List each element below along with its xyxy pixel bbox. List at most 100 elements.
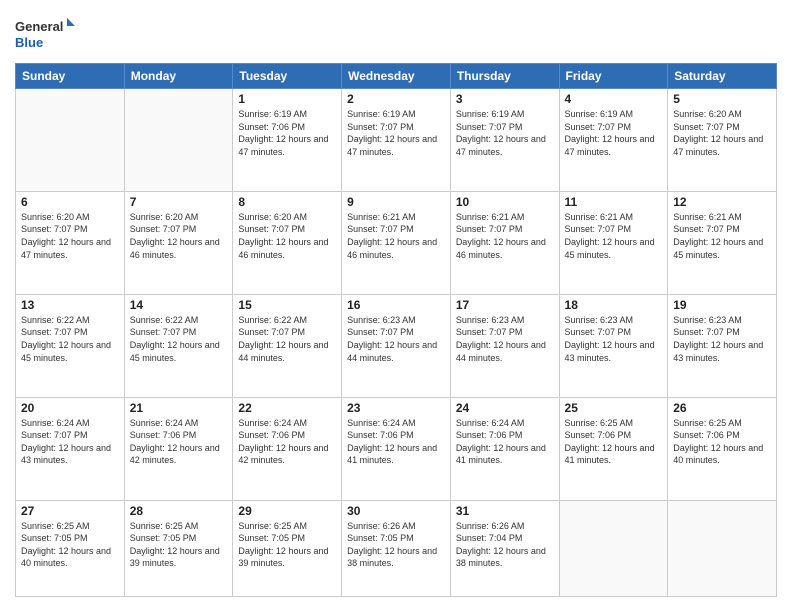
calendar-cell — [559, 500, 668, 597]
calendar-cell: 1 Sunrise: 6:19 AM Sunset: 7:06 PM Daylig… — [233, 89, 342, 192]
svg-text:Blue: Blue — [15, 35, 43, 50]
day-info: Sunrise: 6:25 AM Sunset: 7:06 PM Dayligh… — [565, 417, 663, 467]
calendar-cell — [668, 500, 777, 597]
day-info: Sunrise: 6:26 AM Sunset: 7:04 PM Dayligh… — [456, 520, 554, 570]
day-number: 26 — [673, 401, 771, 415]
day-info: Sunrise: 6:23 AM Sunset: 7:07 PM Dayligh… — [673, 314, 771, 364]
calendar-cell: 11 Sunrise: 6:21 AM Sunset: 7:07 PM Dayli… — [559, 191, 668, 294]
calendar-week-row: 1 Sunrise: 6:19 AM Sunset: 7:06 PM Daylig… — [16, 89, 777, 192]
calendar-cell: 21 Sunrise: 6:24 AM Sunset: 7:06 PM Dayli… — [124, 397, 233, 500]
day-number: 11 — [565, 195, 663, 209]
day-number: 13 — [21, 298, 119, 312]
day-info: Sunrise: 6:24 AM Sunset: 7:06 PM Dayligh… — [456, 417, 554, 467]
day-number: 8 — [238, 195, 336, 209]
calendar-cell: 7 Sunrise: 6:20 AM Sunset: 7:07 PM Daylig… — [124, 191, 233, 294]
day-info: Sunrise: 6:24 AM Sunset: 7:06 PM Dayligh… — [347, 417, 445, 467]
calendar-day-header: Thursday — [450, 64, 559, 89]
calendar-day-header: Monday — [124, 64, 233, 89]
day-info: Sunrise: 6:20 AM Sunset: 7:07 PM Dayligh… — [21, 211, 119, 261]
day-info: Sunrise: 6:25 AM Sunset: 7:05 PM Dayligh… — [21, 520, 119, 570]
day-number: 6 — [21, 195, 119, 209]
calendar-cell: 28 Sunrise: 6:25 AM Sunset: 7:05 PM Dayli… — [124, 500, 233, 597]
day-number: 4 — [565, 92, 663, 106]
calendar-cell: 9 Sunrise: 6:21 AM Sunset: 7:07 PM Daylig… — [342, 191, 451, 294]
calendar-day-header: Tuesday — [233, 64, 342, 89]
day-info: Sunrise: 6:21 AM Sunset: 7:07 PM Dayligh… — [456, 211, 554, 261]
day-number: 18 — [565, 298, 663, 312]
svg-text:General: General — [15, 19, 63, 34]
day-number: 1 — [238, 92, 336, 106]
calendar-cell: 12 Sunrise: 6:21 AM Sunset: 7:07 PM Dayli… — [668, 191, 777, 294]
day-info: Sunrise: 6:20 AM Sunset: 7:07 PM Dayligh… — [130, 211, 228, 261]
day-info: Sunrise: 6:20 AM Sunset: 7:07 PM Dayligh… — [238, 211, 336, 261]
calendar-cell: 15 Sunrise: 6:22 AM Sunset: 7:07 PM Dayli… — [233, 294, 342, 397]
day-number: 28 — [130, 504, 228, 518]
calendar-cell: 5 Sunrise: 6:20 AM Sunset: 7:07 PM Daylig… — [668, 89, 777, 192]
calendar-week-row: 13 Sunrise: 6:22 AM Sunset: 7:07 PM Dayli… — [16, 294, 777, 397]
header: General Blue — [15, 15, 777, 55]
calendar-cell: 22Sunrise: 6:24 AM Sunset: 7:06 PM Dayli… — [233, 397, 342, 500]
day-number: 25 — [565, 401, 663, 415]
day-number: 29 — [238, 504, 336, 518]
calendar-week-row: 20 Sunrise: 6:24 AM Sunset: 7:07 PM Dayli… — [16, 397, 777, 500]
day-info: Sunrise: 6:21 AM Sunset: 7:07 PM Dayligh… — [565, 211, 663, 261]
day-number: 20 — [21, 401, 119, 415]
calendar-cell: 4Sunrise: 6:19 AM Sunset: 7:07 PM Daylig… — [559, 89, 668, 192]
day-info: Sunrise: 6:21 AM Sunset: 7:07 PM Dayligh… — [673, 211, 771, 261]
day-info: Sunrise: 6:25 AM Sunset: 7:05 PM Dayligh… — [130, 520, 228, 570]
day-info: Sunrise: 6:22 AM Sunset: 7:07 PM Dayligh… — [21, 314, 119, 364]
day-info: Sunrise: 6:25 AM Sunset: 7:05 PM Dayligh… — [238, 520, 336, 570]
day-number: 9 — [347, 195, 445, 209]
day-info: Sunrise: 6:19 AM Sunset: 7:06 PM Dayligh… — [238, 108, 336, 158]
calendar-header-row: SundayMondayTuesdayWednesdayThursdayFrid… — [16, 64, 777, 89]
day-number: 30 — [347, 504, 445, 518]
calendar-table: SundayMondayTuesdayWednesdayThursdayFrid… — [15, 63, 777, 597]
day-number: 19 — [673, 298, 771, 312]
day-number: 21 — [130, 401, 228, 415]
day-number: 15 — [238, 298, 336, 312]
day-number: 2 — [347, 92, 445, 106]
day-info: Sunrise: 6:23 AM Sunset: 7:07 PM Dayligh… — [456, 314, 554, 364]
day-number: 17 — [456, 298, 554, 312]
day-number: 12 — [673, 195, 771, 209]
day-number: 23 — [347, 401, 445, 415]
day-info: Sunrise: 6:26 AM Sunset: 7:05 PM Dayligh… — [347, 520, 445, 570]
day-info: Sunrise: 6:19 AM Sunset: 7:07 PM Dayligh… — [347, 108, 445, 158]
calendar-cell: 10Sunrise: 6:21 AM Sunset: 7:07 PM Dayli… — [450, 191, 559, 294]
calendar-day-header: Friday — [559, 64, 668, 89]
day-number: 16 — [347, 298, 445, 312]
calendar-cell: 27 Sunrise: 6:25 AM Sunset: 7:05 PM Dayli… — [16, 500, 125, 597]
calendar-cell: 26 Sunrise: 6:25 AM Sunset: 7:06 PM Dayli… — [668, 397, 777, 500]
day-info: Sunrise: 6:25 AM Sunset: 7:06 PM Dayligh… — [673, 417, 771, 467]
calendar-cell: 29 Sunrise: 6:25 AM Sunset: 7:05 PM Dayli… — [233, 500, 342, 597]
day-info: Sunrise: 6:20 AM Sunset: 7:07 PM Dayligh… — [673, 108, 771, 158]
calendar-cell: 17 Sunrise: 6:23 AM Sunset: 7:07 PM Dayli… — [450, 294, 559, 397]
calendar-day-header: Wednesday — [342, 64, 451, 89]
calendar-cell: 13 Sunrise: 6:22 AM Sunset: 7:07 PM Dayli… — [16, 294, 125, 397]
calendar-cell: 23 Sunrise: 6:24 AM Sunset: 7:06 PM Dayli… — [342, 397, 451, 500]
day-info: Sunrise: 6:24 AM Sunset: 7:06 PM Dayligh… — [130, 417, 228, 467]
calendar-cell: 18Sunrise: 6:23 AM Sunset: 7:07 PM Dayli… — [559, 294, 668, 397]
day-info: Sunrise: 6:22 AM Sunset: 7:07 PM Dayligh… — [238, 314, 336, 364]
day-info: Sunrise: 6:24 AM Sunset: 7:06 PM Dayligh… — [238, 417, 336, 467]
day-info: Sunrise: 6:24 AM Sunset: 7:07 PM Dayligh… — [21, 417, 119, 467]
day-number: 27 — [21, 504, 119, 518]
calendar-week-row: 27 Sunrise: 6:25 AM Sunset: 7:05 PM Dayli… — [16, 500, 777, 597]
calendar-cell: 31 Sunrise: 6:26 AM Sunset: 7:04 PM Dayli… — [450, 500, 559, 597]
day-info: Sunrise: 6:21 AM Sunset: 7:07 PM Dayligh… — [347, 211, 445, 261]
calendar-cell: 19 Sunrise: 6:23 AM Sunset: 7:07 PM Dayli… — [668, 294, 777, 397]
calendar-cell: 24Sunrise: 6:24 AM Sunset: 7:06 PM Dayli… — [450, 397, 559, 500]
logo: General Blue — [15, 15, 85, 55]
day-info: Sunrise: 6:23 AM Sunset: 7:07 PM Dayligh… — [347, 314, 445, 364]
day-info: Sunrise: 6:22 AM Sunset: 7:07 PM Dayligh… — [130, 314, 228, 364]
calendar-day-header: Saturday — [668, 64, 777, 89]
calendar-cell: 3Sunrise: 6:19 AM Sunset: 7:07 PM Daylig… — [450, 89, 559, 192]
day-number: 5 — [673, 92, 771, 106]
calendar-cell: 6 Sunrise: 6:20 AM Sunset: 7:07 PM Daylig… — [16, 191, 125, 294]
calendar-day-header: Sunday — [16, 64, 125, 89]
calendar-cell: 2 Sunrise: 6:19 AM Sunset: 7:07 PM Daylig… — [342, 89, 451, 192]
day-number: 31 — [456, 504, 554, 518]
calendar-cell — [124, 89, 233, 192]
day-info: Sunrise: 6:19 AM Sunset: 7:07 PM Dayligh… — [456, 108, 554, 158]
day-number: 7 — [130, 195, 228, 209]
